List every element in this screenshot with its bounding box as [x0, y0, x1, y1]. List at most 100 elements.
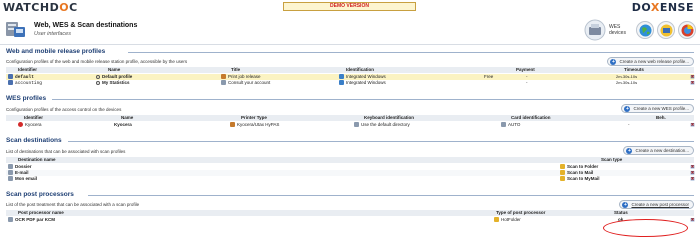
server-devices-icon [6, 22, 25, 37]
create-wes-profile-button[interactable]: + Create a new WES profile... [621, 104, 694, 113]
create-post-processor-label: Create a new post processor [631, 202, 689, 207]
windows-icon [339, 74, 344, 79]
destination-name: Mon email [15, 176, 38, 181]
add-icon: + [624, 105, 631, 112]
col-identifier: Identifier [24, 115, 44, 120]
table-row[interactable]: Mon email Scan to MyMail T ▤ ✖ [6, 176, 695, 182]
scan-destinations-header: Destination name Scan type [6, 157, 694, 163]
col-printer-type: Printer Type [241, 115, 267, 120]
wes-profiles-title: WES profiles [6, 95, 47, 102]
scan-post-header: Post processor name Type of post process… [6, 210, 694, 216]
profile-identification: Integrated Windows [346, 80, 386, 85]
create-destination-label: Create a new destination... [635, 148, 689, 153]
add-icon: + [622, 201, 629, 208]
col-name: Name [121, 115, 134, 120]
col-behavior: Beh. [656, 115, 666, 120]
col-timeouts: Timeouts [624, 67, 644, 72]
card-icon [501, 122, 506, 127]
add-icon: + [626, 147, 633, 154]
hotfolder-icon [494, 217, 499, 222]
scan-destinations-title: Scan destinations [6, 137, 62, 144]
profile-title: Print job release [228, 74, 261, 79]
page-subtitle: User interfaces [34, 31, 71, 37]
table-row[interactable]: accounting My Statistics Consult your ac… [6, 80, 695, 86]
scan-destinations-description: List of destinations that can be associa… [6, 149, 126, 154]
col-identifier: Identifier [18, 67, 38, 72]
wes-name: Kyocera [114, 122, 132, 127]
web-profiles-title: Web and mobile release profiles [6, 48, 106, 55]
globe-button[interactable] [636, 21, 654, 39]
scan-post-description: List of the post treatment that can be a… [6, 202, 140, 207]
profile-payment-extra: - [526, 80, 528, 85]
demo-banner: DEMO VERSION [283, 2, 416, 11]
delete-icon[interactable]: ✖ [690, 74, 695, 79]
table-row[interactable]: OCR PDF par KCM HotFolder ok T ▤ ✖ [6, 217, 695, 223]
search-icon [96, 75, 100, 79]
delete-icon[interactable]: ✖ [690, 164, 695, 169]
section-divider [68, 141, 694, 142]
destination-icon [8, 164, 13, 169]
col-name: Name [108, 67, 121, 72]
wes-devices-icon[interactable] [584, 19, 606, 41]
mail-icon [560, 176, 565, 181]
wes-keyboard: Use the default directory [361, 122, 410, 127]
post-processor-type: HotFolder [501, 217, 521, 222]
scan-post-title: Scan post processors [6, 191, 74, 198]
highlight-annotation [603, 219, 688, 237]
browser-button[interactable] [678, 21, 696, 39]
col-destination-name: Destination name [18, 157, 56, 162]
wes-identifier: Kyocera [25, 122, 42, 127]
kyocera-icon [18, 122, 23, 127]
col-keyboard-identification: Keyboard identification [364, 115, 415, 120]
section-divider [88, 195, 694, 196]
create-destination-button[interactable]: + Create a new destination... [623, 146, 694, 155]
doxense-logo: DOXENSE [631, 1, 694, 14]
top-bar: WATCHDOC DEMO VERSION DOXENSE [0, 0, 700, 14]
globe-icon [639, 24, 651, 36]
profile-timeouts: 2m-30s-10s [616, 80, 638, 85]
user-icon [8, 74, 13, 79]
create-wes-profile-label: Create a new WES profile... [633, 106, 689, 111]
delete-icon[interactable]: ✖ [690, 217, 695, 222]
wes-profiles-header: Identifier Name Printer Type Keyboard id… [6, 115, 694, 121]
section-divider [128, 52, 694, 53]
col-payment: Payment [516, 67, 535, 72]
destination-name: E-mail [15, 170, 29, 175]
profile-identification: Integrated Windows [346, 74, 386, 79]
delete-icon[interactable]: ✖ [690, 176, 695, 181]
user-icon [8, 80, 13, 85]
wes-beh: - [628, 122, 630, 127]
post-processor-icon [8, 217, 13, 222]
wes-printer-type: Kyocera/Utax HyPAS [237, 122, 280, 127]
browser-icon [681, 24, 693, 36]
delete-icon[interactable]: ✖ [690, 170, 695, 175]
destination-icon [8, 176, 13, 181]
delete-icon[interactable]: ✖ [690, 122, 695, 127]
monitor-button[interactable] [657, 21, 675, 39]
create-post-processor-button[interactable]: + Create a new post processor [619, 200, 694, 209]
web-profiles-header: Identifier Name Title Identification Pay… [6, 67, 694, 73]
windows-icon [339, 80, 344, 85]
col-scan-type: Scan type [601, 157, 623, 162]
destination-type: Scan to MyMail [567, 176, 600, 181]
create-web-profile-button[interactable]: + Create a new web release profile... [607, 57, 694, 66]
wes-card: AUTO [508, 122, 521, 127]
profile-name: Default profile [102, 74, 133, 79]
col-status: Status [614, 210, 628, 215]
printer-icon [230, 122, 235, 127]
create-web-profile-label: Create a new web release profile... [619, 59, 689, 64]
header-actions: WES devices [584, 17, 696, 43]
table-row[interactable]: Kyocera Kyocera Kyocera/Utax HyPAS Use t… [6, 122, 695, 128]
wes-devices-label[interactable]: WES devices [609, 24, 629, 36]
post-processor-name: OCR PDF par KCM [15, 217, 56, 222]
destination-name: Dossier [15, 164, 32, 169]
col-post-processor-name: Post processor name [18, 210, 64, 215]
delete-icon[interactable]: ✖ [690, 80, 695, 85]
folder-icon [560, 164, 565, 169]
search-icon [96, 81, 100, 85]
watchdoc-logo: WATCHDOC [3, 1, 78, 14]
page-title: Web, WES & Scan destinations [34, 22, 138, 29]
col-post-processor-type: Type of post processor [496, 210, 546, 215]
profile-name: My Statistics [102, 80, 130, 85]
wes-profiles-description: Configuration profiles of the access con… [6, 107, 122, 112]
